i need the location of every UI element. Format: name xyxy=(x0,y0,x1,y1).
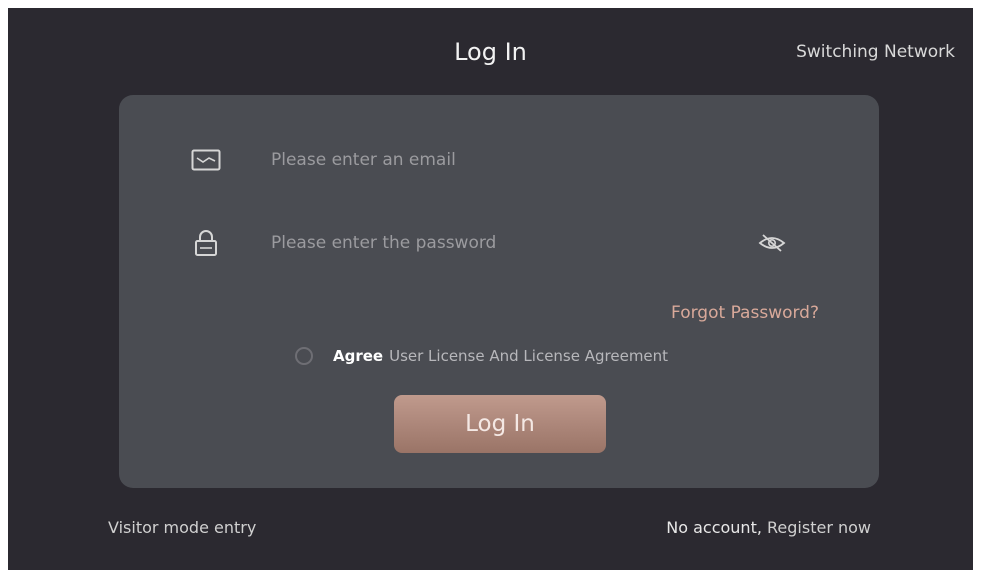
lock-icon xyxy=(189,228,223,258)
email-input[interactable] xyxy=(271,145,809,175)
eye-closed-icon[interactable] xyxy=(755,229,789,257)
forgot-password-link[interactable]: Forgot Password? xyxy=(671,303,819,323)
switch-network-link[interactable]: Switching Network xyxy=(796,42,955,62)
login-card: Forgot Password? Agree User License And … xyxy=(119,95,879,488)
agreement-link[interactable]: User License And License Agreement xyxy=(389,347,668,365)
mail-icon xyxy=(189,145,223,175)
login-screen: Log In Switching Network Please enter an… xyxy=(8,8,973,570)
visitor-mode-link[interactable]: Visitor mode entry xyxy=(108,518,256,537)
password-field-row xyxy=(189,223,809,263)
no-account-text: No account, xyxy=(666,518,762,537)
email-field-row xyxy=(189,140,809,180)
agreement-row: Agree User License And License Agreement xyxy=(295,347,668,365)
agree-radio[interactable] xyxy=(295,347,313,365)
password-input[interactable] xyxy=(271,228,809,258)
register-prompt: No account, Register now xyxy=(666,518,871,537)
agree-label: Agree xyxy=(333,347,384,365)
login-button[interactable]: Log In xyxy=(394,395,606,453)
register-now-link[interactable]: Register now xyxy=(767,518,871,537)
